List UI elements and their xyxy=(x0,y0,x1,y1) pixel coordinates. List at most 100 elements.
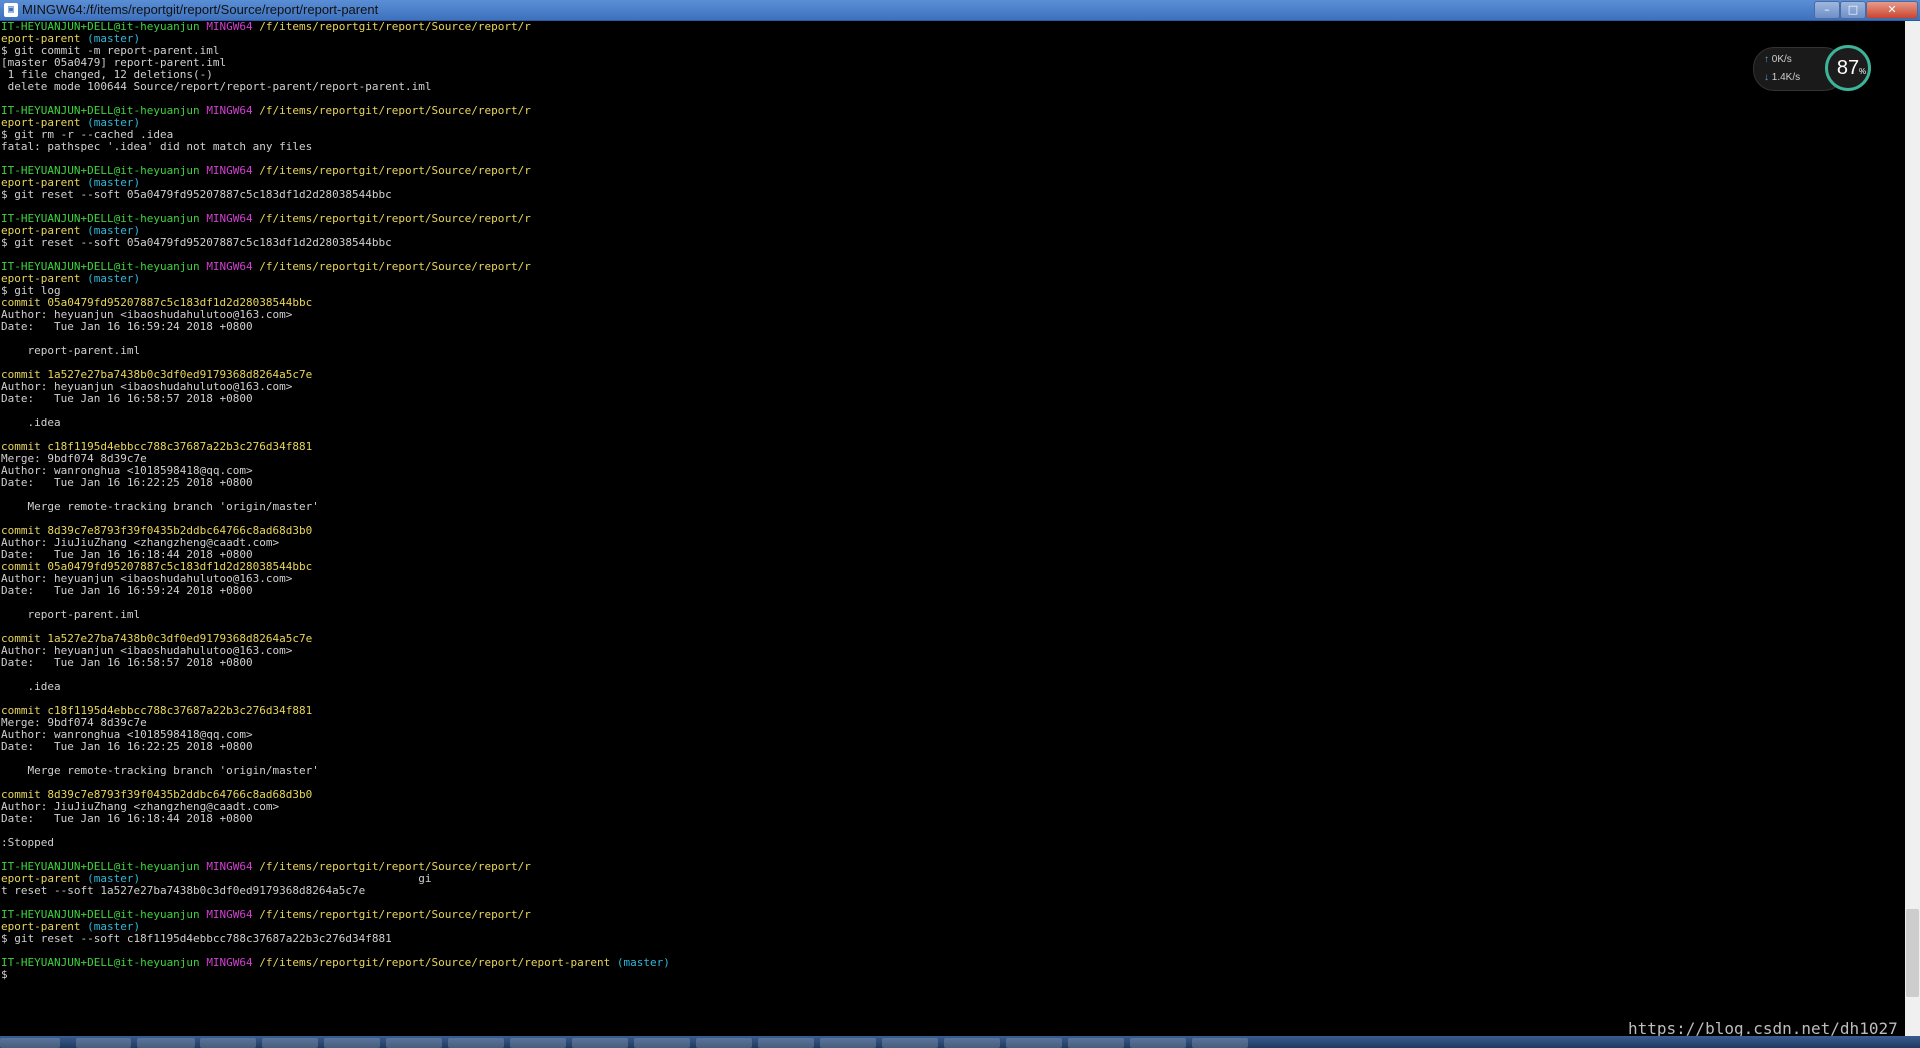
taskbar-app-item[interactable] xyxy=(1006,1038,1062,1048)
terminal-line: report-parent.iml xyxy=(1,345,1901,357)
terminal-output[interactable]: IT-HEYUANJUN+DELL@it-heyuanjun MINGW64 /… xyxy=(1,21,1901,1036)
terminal-line: Author: heyuanjun <ibaoshudahulutoo@163.… xyxy=(1,381,1901,393)
minimize-button[interactable]: – xyxy=(1814,1,1840,19)
terminal-text: MINGW64 xyxy=(206,21,260,33)
terminal-text: $ xyxy=(1,968,8,981)
terminal-text: Date: Tue Jan 16 16:22:25 2018 +0800 xyxy=(1,740,253,753)
terminal-line: .idea xyxy=(1,417,1901,429)
mingw-app-icon: ▣ xyxy=(4,3,18,17)
taskbar-app-item[interactable] xyxy=(634,1038,690,1048)
terminal-line: Merge: 9bdf074 8d39c7e xyxy=(1,717,1901,729)
terminal-line: t reset --soft 1a527e27ba7438b0c3df0ed91… xyxy=(1,885,1901,897)
terminal-text: /f/items/reportgit/report/Source/report/… xyxy=(259,908,531,921)
windows-taskbar[interactable] xyxy=(0,1036,1920,1048)
download-arrow-icon: ↓ xyxy=(1764,72,1769,83)
terminal-line: Date: Tue Jan 16 16:18:44 2018 +0800 xyxy=(1,813,1901,825)
taskbar-app-item[interactable] xyxy=(1130,1038,1186,1048)
taskbar-app-item[interactable] xyxy=(386,1038,442,1048)
terminal-line: commit 8d39c7e8793f39f0435b2ddbc64766c8a… xyxy=(1,525,1901,537)
terminal-text: fatal: pathspec '.idea' did not match an… xyxy=(1,140,313,153)
terminal-line: IT-HEYUANJUN+DELL@it-heyuanjun MINGW64 /… xyxy=(1,909,1901,921)
terminal-text: Merge remote-tracking branch 'origin/mas… xyxy=(1,764,319,777)
taskbar-app-item[interactable] xyxy=(820,1038,876,1048)
terminal-text: /f/items/reportgit/report/Source/report/… xyxy=(259,260,531,273)
terminal-line: IT-HEYUANJUN+DELL@it-heyuanjun MINGW64 /… xyxy=(1,957,1901,969)
terminal-text: MINGW64 xyxy=(206,956,260,969)
maximize-icon: □ xyxy=(1847,3,1859,16)
terminal-line: eport-parent (master) xyxy=(1,33,1901,45)
terminal-text: /f/items/reportgit/report/Source/report/… xyxy=(259,956,611,969)
taskbar-app-item[interactable] xyxy=(324,1038,380,1048)
terminal-text: Date: Tue Jan 16 16:18:44 2018 +0800 xyxy=(1,812,253,825)
network-monitor-widget[interactable]: ↑ 0K/s ↓ 1.4K/s 87 % xyxy=(1753,45,1871,93)
terminal-line: Date: Tue Jan 16 16:58:57 2018 +0800 xyxy=(1,657,1901,669)
terminal-text: IT-HEYUANJUN+DELL@it-heyuanjun xyxy=(1,956,207,969)
terminal-line: .idea xyxy=(1,681,1901,693)
terminal-line: [master 05a0479] report-parent.iml xyxy=(1,57,1901,69)
upload-speed-row: ↑ 0K/s xyxy=(1764,54,1792,65)
taskbar-app-item[interactable] xyxy=(882,1038,938,1048)
terminal-line: Author: heyuanjun <ibaoshudahulutoo@163.… xyxy=(1,309,1901,321)
terminal-line: commit c18f1195d4ebbcc788c37687a22b3c276… xyxy=(1,705,1901,717)
terminal-line: Author: heyuanjun <ibaoshudahulutoo@163.… xyxy=(1,645,1901,657)
terminal-text: $ git reset --soft 05a0479fd95207887c5c1… xyxy=(1,188,392,201)
terminal-line: Date: Tue Jan 16 16:58:57 2018 +0800 xyxy=(1,393,1901,405)
terminal-text: MINGW64 xyxy=(206,212,260,225)
close-button[interactable]: ✕ xyxy=(1866,1,1918,19)
terminal-line: fatal: pathspec '.idea' did not match an… xyxy=(1,141,1901,153)
vertical-scrollbar[interactable] xyxy=(1905,21,1920,1036)
terminal-line: $ git commit -m report-parent.iml xyxy=(1,45,1901,57)
terminal-line: IT-HEYUANJUN+DELL@it-heyuanjun MINGW64 /… xyxy=(1,165,1901,177)
minimize-icon: – xyxy=(1824,3,1830,16)
terminal-line: Author: heyuanjun <ibaoshudahulutoo@163.… xyxy=(1,573,1901,585)
maximize-button[interactable]: □ xyxy=(1840,1,1866,19)
taskbar-app-item[interactable] xyxy=(510,1038,566,1048)
taskbar-app-item[interactable] xyxy=(137,1038,195,1048)
terminal-text: MINGW64 xyxy=(206,260,260,273)
terminal-text: t reset --soft 1a527e27ba7438b0c3df0ed91… xyxy=(1,884,366,897)
taskbar-app-item[interactable] xyxy=(1068,1038,1124,1048)
cpu-usage-gauge[interactable]: 87 % xyxy=(1825,45,1871,91)
terminal-text: MINGW64 xyxy=(206,104,260,117)
terminal-text: /f/items/reportgit/report/Source/report/… xyxy=(259,21,531,33)
terminal-line: $ git reset --soft 05a0479fd95207887c5c1… xyxy=(1,189,1901,201)
window-titlebar[interactable]: ▣ MINGW64:/f/items/reportgit/report/Sour… xyxy=(0,0,1920,21)
terminal-text: Date: Tue Jan 16 16:59:24 2018 +0800 xyxy=(1,584,253,597)
taskbar-app-item[interactable] xyxy=(1192,1038,1248,1048)
terminal-text: (master) xyxy=(610,956,670,969)
taskbar-app-item[interactable] xyxy=(758,1038,814,1048)
terminal-text: /f/items/reportgit/report/Source/report/… xyxy=(259,164,531,177)
scrollbar-thumb[interactable] xyxy=(1906,909,1919,997)
download-speed: 1.4K/s xyxy=(1771,72,1801,83)
terminal-line: commit 8d39c7e8793f39f0435b2ddbc64766c8a… xyxy=(1,789,1901,801)
start-button[interactable] xyxy=(0,1038,60,1048)
terminal-text: /f/items/reportgit/report/Source/report/… xyxy=(259,212,531,225)
terminal-text: MINGW64 xyxy=(206,164,260,177)
terminal-text: .idea xyxy=(1,680,61,693)
taskbar-app-item[interactable] xyxy=(572,1038,628,1048)
terminal-text: /f/items/reportgit/report/Source/report/… xyxy=(259,104,531,117)
terminal-text: Date: Tue Jan 16 16:22:25 2018 +0800 xyxy=(1,476,253,489)
terminal-line: IT-HEYUANJUN+DELL@it-heyuanjun MINGW64 /… xyxy=(1,21,1901,33)
terminal-line: delete mode 100644 Source/report/report-… xyxy=(1,81,1901,93)
terminal-text: MINGW64 xyxy=(206,908,260,921)
taskbar-app-item[interactable] xyxy=(76,1038,131,1048)
terminal-line: IT-HEYUANJUN+DELL@it-heyuanjun MINGW64 /… xyxy=(1,213,1901,225)
taskbar-app-item[interactable] xyxy=(262,1038,318,1048)
terminal-line: Date: Tue Jan 16 16:59:24 2018 +0800 xyxy=(1,321,1901,333)
taskbar-app-item[interactable] xyxy=(200,1038,256,1048)
terminal-line: commit c18f1195d4ebbcc788c37687a22b3c276… xyxy=(1,441,1901,453)
download-speed-row: ↓ 1.4K/s xyxy=(1764,72,1800,83)
terminal-text: Date: Tue Jan 16 16:58:57 2018 +0800 xyxy=(1,656,253,669)
terminal-line: $ git reset --soft c18f1195d4ebbcc788c37… xyxy=(1,933,1901,945)
terminal-line: report-parent.iml xyxy=(1,609,1901,621)
terminal-line: Author: JiuJiuZhang <zhangzheng@caadt.co… xyxy=(1,801,1901,813)
close-icon: ✕ xyxy=(1887,3,1897,16)
taskbar-app-item[interactable] xyxy=(448,1038,504,1048)
taskbar-app-item[interactable] xyxy=(696,1038,752,1048)
taskbar-app-item[interactable] xyxy=(944,1038,1000,1048)
